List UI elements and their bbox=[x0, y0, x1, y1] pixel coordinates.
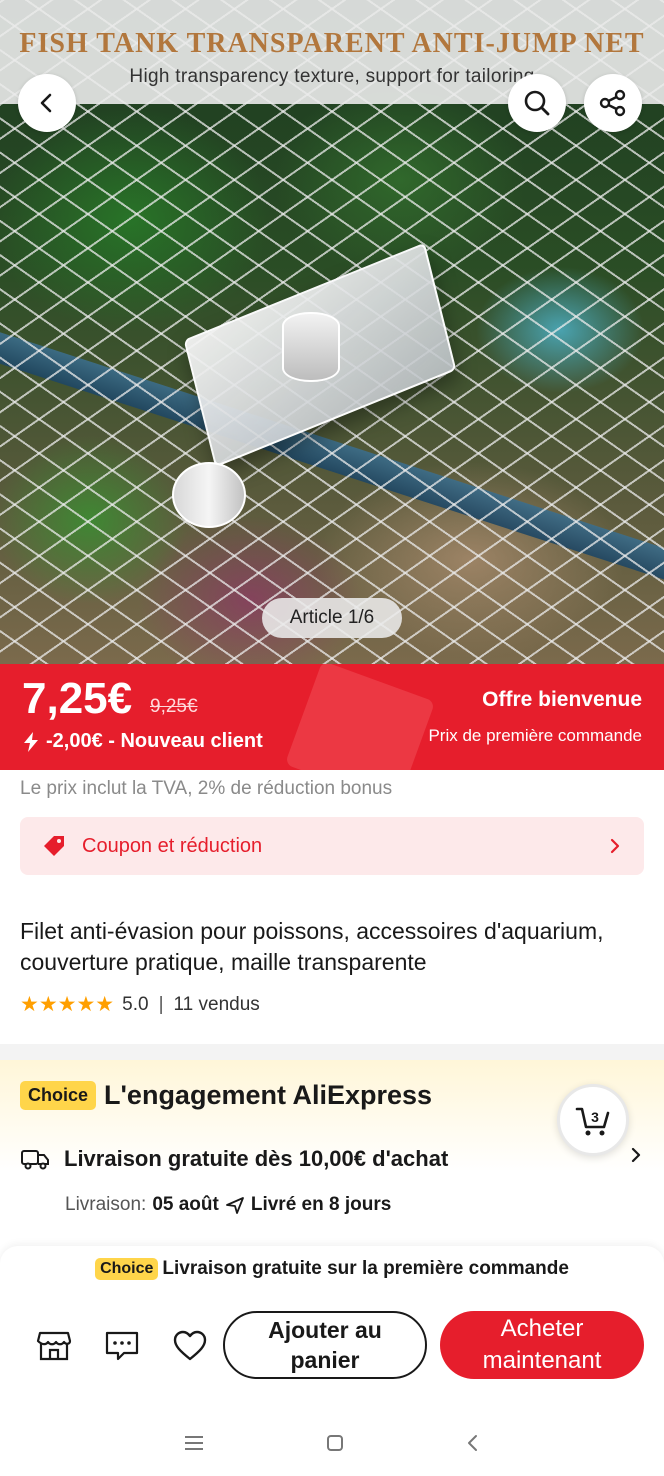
price-banner[interactable]: 7,25€ 9,25€ -2,00€ - Nouveau client Offr… bbox=[0, 664, 664, 770]
arrow-left-icon bbox=[40, 93, 52, 113]
back-button[interactable] bbox=[18, 74, 76, 132]
share-icon bbox=[599, 89, 626, 117]
delivery-time: Livré en 8 jours bbox=[250, 1194, 392, 1215]
offer-title: Offre bienvenue bbox=[482, 688, 642, 711]
cart-count: 3 bbox=[591, 1109, 599, 1125]
banner-title: FISH TANK TRANSPARENT ANTI-JUMP NET bbox=[19, 28, 645, 59]
share-button[interactable] bbox=[584, 74, 642, 132]
heart-icon bbox=[173, 1330, 207, 1361]
choice-heading: L'engagement AliExpress bbox=[104, 1080, 433, 1110]
banner-subtitle: High transparency texture, support for t… bbox=[129, 66, 535, 87]
chevron-right-icon[interactable] bbox=[630, 1146, 642, 1164]
delivery-date: 05 août bbox=[152, 1194, 219, 1215]
store-icon bbox=[36, 1331, 72, 1361]
home-square-icon[interactable] bbox=[325, 1433, 345, 1453]
bottom-action-bar: Choice Livraison gratuite sur la premièr… bbox=[0, 1246, 664, 1410]
truck-icon bbox=[21, 1150, 49, 1170]
plane-icon bbox=[225, 1197, 244, 1214]
delivery-label: Livraison: bbox=[65, 1194, 147, 1215]
floating-cart-button[interactable]: 3 bbox=[557, 1084, 629, 1156]
sold-count: 11 vendus bbox=[173, 993, 260, 1015]
coupon-label: Coupon et réduction bbox=[82, 834, 263, 857]
coupon-row[interactable]: Coupon et réduction bbox=[20, 817, 644, 875]
discount-text: -2,00€ - Nouveau client bbox=[46, 730, 263, 752]
choice-header: Choice L'engagement AliExpress bbox=[20, 1080, 432, 1111]
clip-screw bbox=[172, 462, 246, 528]
system-nav-bar bbox=[0, 1410, 664, 1476]
delivery-detail: Livraison: 05 août Livré en 8 jours bbox=[65, 1194, 391, 1216]
store-button[interactable] bbox=[34, 1326, 74, 1366]
chat-icon bbox=[105, 1331, 139, 1361]
promo-choice-badge: Choice bbox=[95, 1258, 159, 1280]
vat-note: Le prix inclut la TVA, 2% de réduction b… bbox=[20, 778, 393, 799]
back-triangle-icon[interactable] bbox=[465, 1433, 481, 1453]
star-rating-icons: ★★★★★ bbox=[20, 993, 115, 1016]
lightning-icon bbox=[24, 731, 38, 752]
chat-button[interactable] bbox=[102, 1326, 142, 1366]
original-price: 9,25€ bbox=[150, 696, 198, 717]
discount-line: -2,00€ - Nouveau client bbox=[22, 730, 263, 753]
search-icon bbox=[524, 90, 550, 116]
product-title: Filet anti-évasion pour poissons, access… bbox=[20, 918, 604, 975]
clip-knob bbox=[282, 312, 340, 382]
image-banner: FISH TANK TRANSPARENT ANTI-JUMP NET High… bbox=[0, 0, 664, 104]
add-to-cart-button[interactable]: Ajouter au panier bbox=[223, 1311, 427, 1379]
current-price: 7,25€ bbox=[22, 674, 133, 723]
section-divider bbox=[0, 1044, 664, 1060]
tag-decoration bbox=[284, 664, 436, 770]
image-counter: Article 1/6 bbox=[262, 598, 402, 638]
rating-row[interactable]: ★★★★★ 5.0 | 11 vendus bbox=[20, 992, 260, 1017]
search-button[interactable] bbox=[508, 74, 566, 132]
choice-section[interactable]: Choice L'engagement AliExpress 3 Livrais… bbox=[0, 1060, 664, 1246]
product-image[interactable]: FISH TANK TRANSPARENT ANTI-JUMP NET High… bbox=[0, 0, 664, 664]
delivery-title: Livraison gratuite dès 10,00€ d'achat bbox=[64, 1146, 449, 1171]
chevron-right-icon bbox=[610, 838, 620, 854]
promo-line: Choice Livraison gratuite sur la premièr… bbox=[0, 1258, 664, 1280]
rating-value: 5.0 bbox=[122, 993, 149, 1015]
delivery-row[interactable]: Livraison gratuite dès 10,00€ d'achat bbox=[20, 1146, 448, 1172]
wishlist-button[interactable] bbox=[170, 1326, 210, 1366]
promo-text: Livraison gratuite sur la première comma… bbox=[162, 1258, 569, 1279]
coupon-tag-icon bbox=[44, 836, 64, 856]
separator: | bbox=[158, 993, 164, 1015]
menu-icon[interactable] bbox=[183, 1434, 205, 1452]
cart-icon: 3 bbox=[575, 1107, 610, 1136]
offer-subtitle: Prix de première commande bbox=[428, 726, 642, 745]
buy-now-button[interactable]: Acheter maintenant bbox=[440, 1311, 644, 1379]
choice-badge: Choice bbox=[20, 1081, 97, 1110]
